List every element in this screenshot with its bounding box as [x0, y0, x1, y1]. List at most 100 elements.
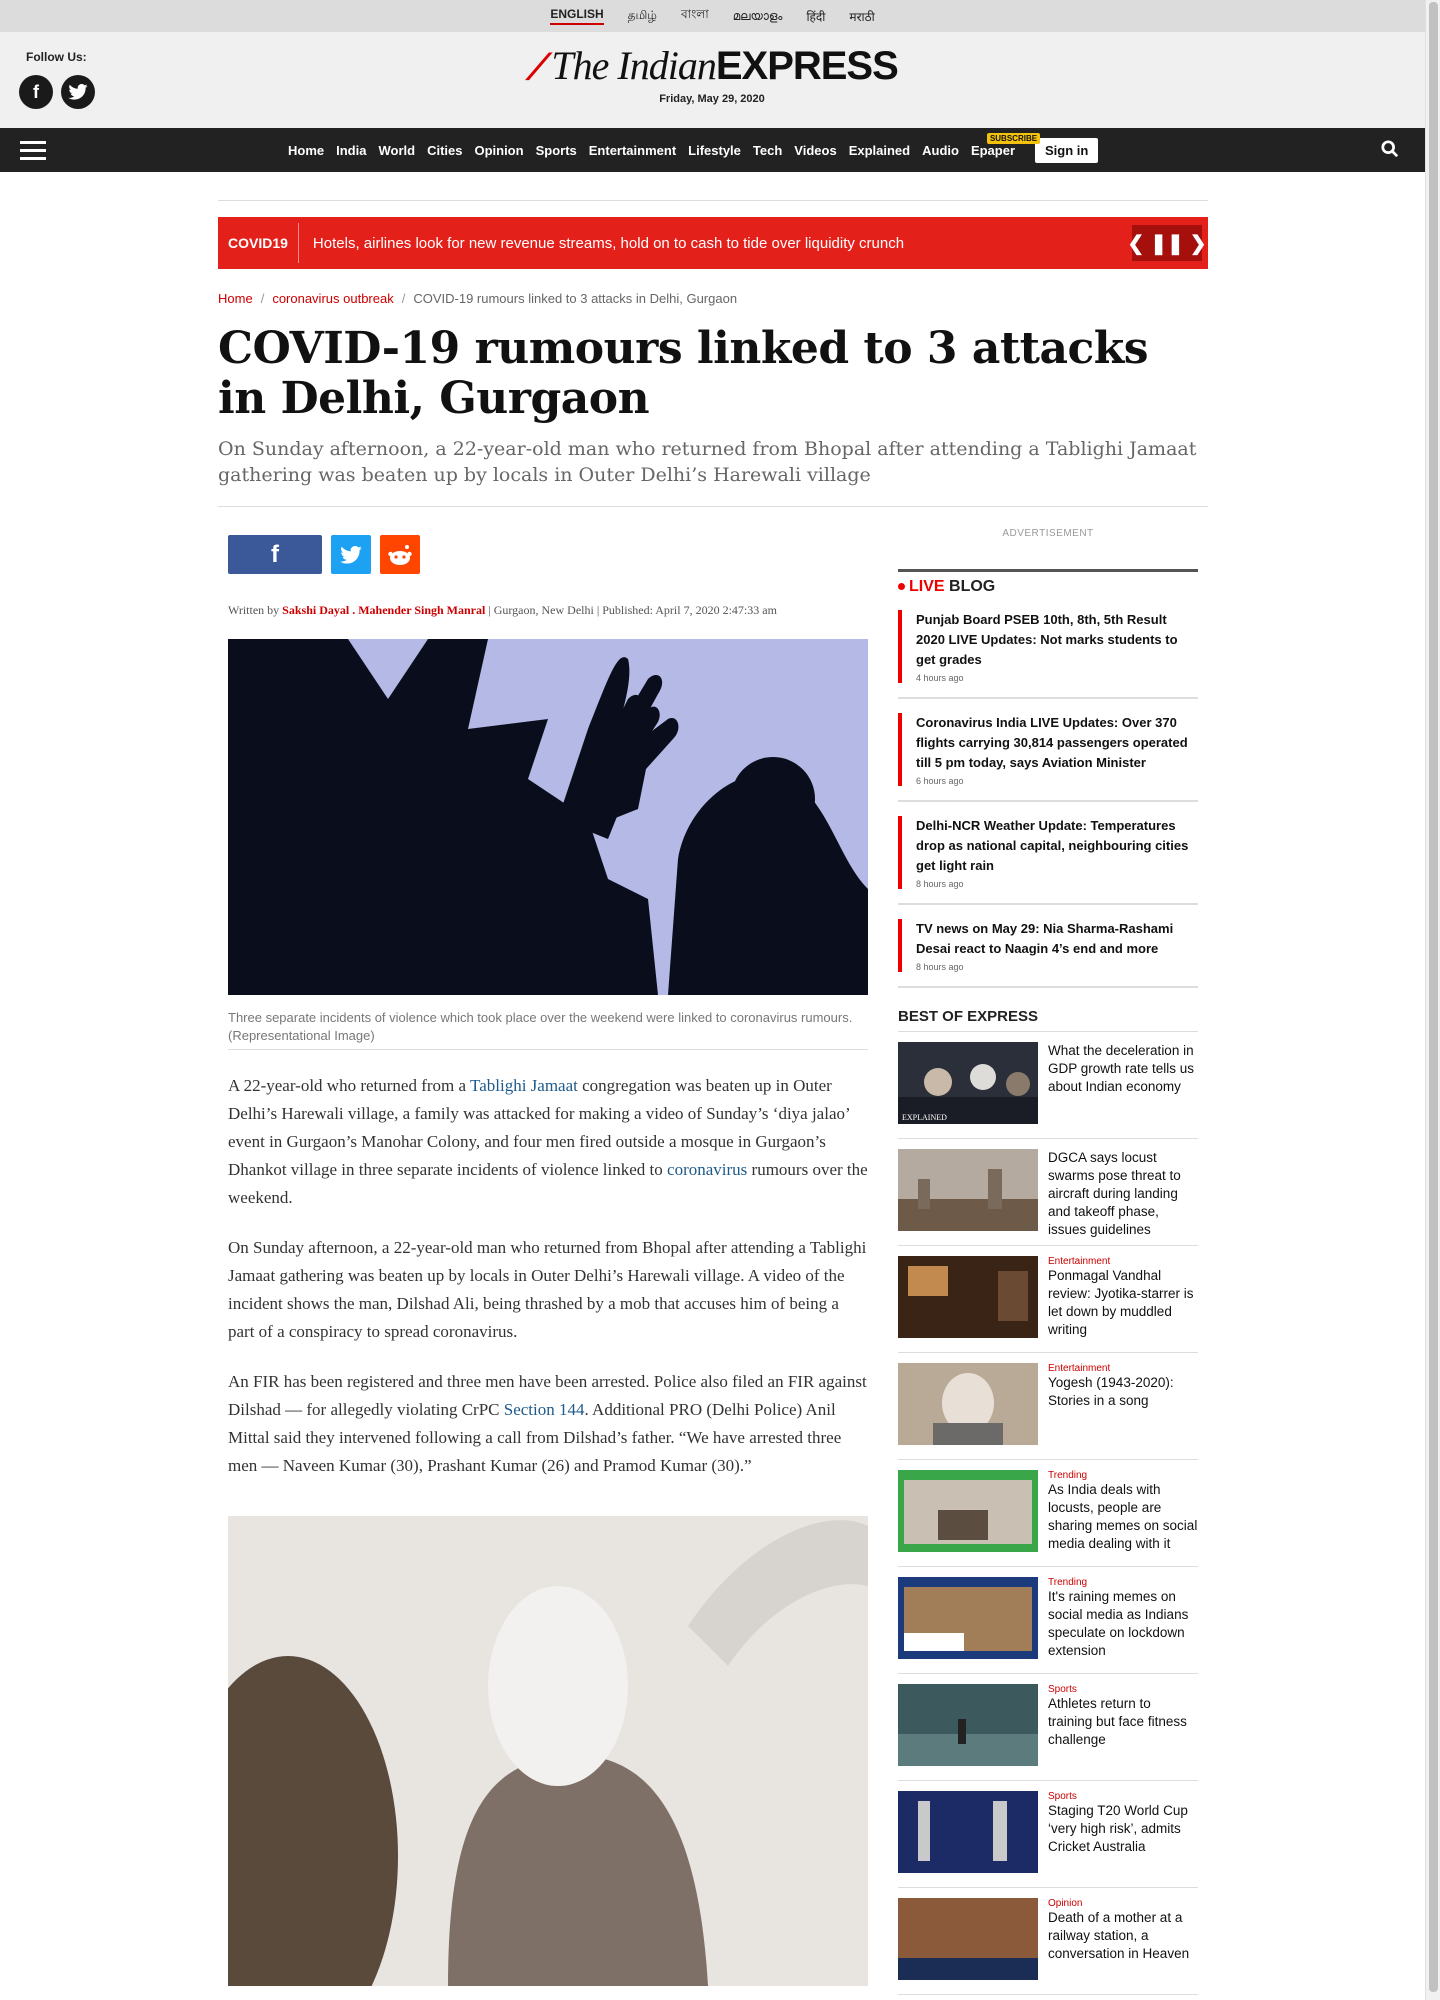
ticker-pause-icon[interactable]: ❚❚ — [1150, 231, 1184, 256]
search-icon[interactable] — [1381, 140, 1399, 158]
advertisement-label: ADVERTISEMENT — [1002, 528, 1094, 539]
site-logo[interactable]: ⟋The IndianEXPRESS Friday, May 29, 2020 — [512, 44, 912, 106]
lang-malayalam[interactable]: മലയാളം — [733, 9, 783, 24]
live-blog-item[interactable]: TV news on May 29: Nia Sharma-Rashami De… — [898, 905, 1198, 988]
sidebar: ADVERTISEMENT LIVE BLOG Punjab Board PSE… — [898, 528, 1198, 1995]
twitter-icon[interactable] — [61, 75, 95, 109]
logo-swoosh-icon: ⟋ — [526, 46, 552, 87]
paragraph-2: On Sunday afternoon, a 22-year-old man w… — [228, 1238, 867, 1341]
scrollbar[interactable] — [1425, 0, 1440, 2000]
best-item-thumbnail — [898, 1791, 1038, 1873]
article-header: COVID19 Hotels, airlines look for new re… — [218, 200, 1208, 507]
facebook-icon[interactable]: f — [19, 75, 53, 109]
live-blog-item[interactable]: Coronavirus India LIVE Updates: Over 370… — [898, 699, 1198, 802]
menu-icon[interactable] — [20, 141, 46, 165]
nav-videos[interactable]: Videos — [794, 143, 836, 158]
ticker-headline[interactable]: Hotels, airlines look for new revenue st… — [313, 235, 904, 252]
best-item-category: Entertainment — [1048, 1363, 1111, 1374]
ticker-controls: ❮ ❚❚ ❯ — [1127, 225, 1207, 261]
scrollbar-thumb[interactable] — [1429, 2, 1438, 1992]
best-item[interactable]: Trending As India deals with locusts, peo… — [898, 1460, 1198, 1567]
best-item[interactable]: DGCA says locust swarms pose threat to a… — [898, 1139, 1198, 1246]
nav-opinion[interactable]: Opinion — [474, 143, 523, 158]
breadcrumb-current: COVID-19 rumours linked to 3 attacks in … — [413, 291, 738, 306]
best-item-thumbnail — [898, 1898, 1038, 1980]
live-blog-title: Punjab Board PSEB 10th, 8th, 5th Result … — [916, 612, 1178, 667]
language-bar: ENGLISH தமிழ் বাংলা മലയാളം हिंदी मराठी — [0, 0, 1425, 32]
article-standfirst: On Sunday afternoon, a 22-year-old man w… — [218, 438, 1197, 486]
breadcrumb-section[interactable]: coronavirus outbreak — [272, 291, 393, 306]
best-of-express-heading: BEST OF EXPRESS — [898, 1008, 1198, 1032]
ticker-prev-icon[interactable]: ❮ — [1127, 231, 1144, 256]
live-blog-heading: LIVE BLOG — [898, 569, 1198, 596]
coronavirus-link[interactable]: coronavirus — [667, 1160, 747, 1179]
article-body: f Written by Sakshi Dayal . Mahender Sin… — [228, 535, 868, 1986]
byline: Written by Sakshi Dayal . Mahender Singh… — [228, 603, 777, 617]
best-item-category: Sports — [1048, 1791, 1077, 1802]
share-reddit-icon[interactable] — [380, 535, 420, 574]
best-item-thumbnail — [898, 1684, 1038, 1766]
nav-sports[interactable]: Sports — [536, 143, 577, 158]
live-label: LIVE — [909, 578, 945, 595]
nav-home[interactable]: Home — [288, 143, 324, 158]
best-item[interactable]: Opinion Death of a mother at a railway st… — [898, 1888, 1198, 1995]
author-link-2[interactable]: Mahender Singh Manral — [358, 603, 485, 617]
tablighi-jamaat-link[interactable]: Tablighi Jamaat — [470, 1076, 578, 1095]
best-item[interactable]: Sports Athletes return to training but fa… — [898, 1674, 1198, 1781]
nav-world[interactable]: World — [378, 143, 415, 158]
logo-express: EXPRESS — [715, 44, 899, 88]
best-item-title: Athletes return to training but face fit… — [1048, 1696, 1187, 1747]
best-item-thumbnail — [898, 1363, 1038, 1445]
published-date: Published: April 7, 2020 2:47:33 am — [602, 603, 777, 617]
nav-lifestyle[interactable]: Lifestyle — [688, 143, 741, 158]
best-item-category: Trending — [1048, 1577, 1088, 1588]
section-144-link[interactable]: Section 144 — [504, 1400, 585, 1419]
lang-marathi[interactable]: मराठी — [849, 8, 874, 25]
breadcrumb: Home / coronavirus outbreak / COVID-19 rumou… — [218, 291, 738, 306]
live-blog-time: 6 hours ago — [916, 776, 964, 786]
nav-tech[interactable]: Tech — [753, 143, 782, 158]
dateline-location: Gurgaon, New Delhi — [493, 603, 594, 617]
signin-button[interactable]: Sign in — [1035, 137, 1099, 163]
author-separator: . — [349, 603, 359, 617]
nav-india[interactable]: India — [336, 143, 366, 158]
explained-watermark: EXPLAINED — [902, 1113, 947, 1122]
best-item-title: Staging T20 World Cup ‘very high risk’, … — [1048, 1803, 1188, 1854]
best-item[interactable]: Trending It's raining memes on social med… — [898, 1567, 1198, 1674]
best-item[interactable]: Entertainment Yogesh (1943-2020): Stories… — [898, 1353, 1198, 1460]
live-blog-time: 8 hours ago — [916, 962, 964, 972]
best-item-category: Opinion — [1048, 1898, 1083, 1909]
nav-links: Home India World Cities Opinion Sports E… — [288, 128, 1099, 172]
article-image-2 — [228, 1516, 868, 1986]
nav-cities[interactable]: Cities — [427, 143, 462, 158]
lang-tamil[interactable]: தமிழ் — [628, 8, 657, 24]
best-item[interactable]: Entertainment Ponmagal Vandhal review: Jy… — [898, 1246, 1198, 1353]
lang-bangla[interactable]: বাংলা — [681, 6, 709, 26]
p1-text-a: A 22-year-old who returned from a — [228, 1076, 470, 1095]
lang-hindi[interactable]: हिंदी — [806, 8, 825, 25]
best-item-title: DGCA says locust swarms pose threat to a… — [1048, 1150, 1181, 1237]
share-facebook-icon[interactable]: f — [228, 535, 322, 574]
share-twitter-icon[interactable] — [331, 535, 371, 574]
nav-entertainment[interactable]: Entertainment — [589, 143, 676, 158]
best-item-thumbnail — [898, 1149, 1038, 1231]
ticker-tag[interactable]: COVID19 — [218, 223, 299, 263]
breadcrumb-home[interactable]: Home — [218, 291, 253, 306]
live-blog-item[interactable]: Punjab Board PSEB 10th, 8th, 5th Result … — [898, 596, 1198, 699]
masthead: Follow Us: f ⟋The IndianEXPRESS Friday, … — [0, 32, 1425, 128]
follow-us-label: Follow Us: — [26, 50, 87, 64]
best-item[interactable]: EXPLAINED What the deceleration in GDP g… — [898, 1032, 1198, 1139]
lang-english[interactable]: ENGLISH — [550, 7, 604, 25]
nav-explained[interactable]: Explained — [849, 143, 910, 158]
blog-label: BLOG — [949, 578, 996, 595]
best-item-title: What the deceleration in GDP growth rate… — [1048, 1043, 1195, 1094]
best-item-thumbnail: EXPLAINED — [898, 1042, 1038, 1124]
best-item[interactable]: Sports Staging T20 World Cup ‘very high r… — [898, 1781, 1198, 1888]
nav-audio[interactable]: Audio — [922, 143, 959, 158]
author-link-1[interactable]: Sakshi Dayal — [282, 603, 349, 617]
nav-epaper[interactable]: Epaper SUBSCRIBE — [971, 132, 1041, 158]
lead-image — [228, 639, 868, 995]
ticker-next-icon[interactable]: ❯ — [1190, 231, 1207, 256]
live-blog-item[interactable]: Delhi-NCR Weather Update: Temperatures d… — [898, 802, 1198, 905]
best-item-thumbnail — [898, 1256, 1038, 1338]
